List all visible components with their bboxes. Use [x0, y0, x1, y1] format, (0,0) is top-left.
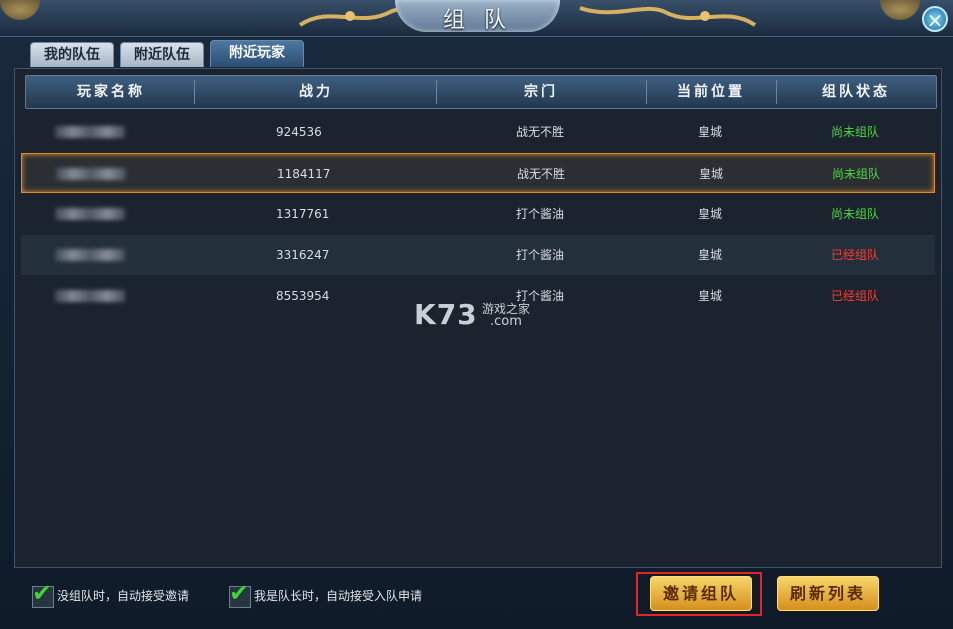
table-header: 玩家名称 战力 宗门 当前位置 组队状态 — [25, 75, 937, 109]
table-row[interactable]: 924536 战无不胜 皇城 尚未组队 — [21, 112, 935, 152]
auto-accept-apply-checkbox[interactable]: ✔ — [229, 581, 251, 608]
tab-nearby-players[interactable]: 附近玩家 — [210, 40, 304, 67]
player-name-redacted — [56, 154, 176, 194]
refresh-list-button[interactable]: 刷新列表 — [777, 576, 879, 611]
title-bar: 组 队 — [0, 0, 953, 37]
sect-cell: 战无不胜 — [516, 167, 565, 181]
checkmark-icon: ✔ — [229, 579, 250, 607]
player-name-redacted — [55, 276, 175, 316]
location-cell: 皇城 — [698, 167, 723, 181]
power-cell: 3316247 — [276, 248, 330, 262]
footer-bar: ✔ 没组队时，自动接受邀请 ✔ 我是队长时，自动接受入队申请 邀请组队 刷新列表 — [0, 566, 953, 629]
table-row[interactable]: 3316247 打个酱油 皇城 已经组队 — [21, 235, 935, 275]
power-cell: 8553954 — [276, 289, 330, 303]
auto-accept-invite-label: 没组队时，自动接受邀请 — [57, 589, 190, 603]
column-separator — [194, 80, 195, 104]
location-cell: 皇城 — [697, 289, 722, 303]
corner-ornament-left-icon — [0, 0, 40, 20]
sect-cell: 打个酱油 — [515, 248, 564, 262]
tab-nearby-teams[interactable]: 附近队伍 — [120, 42, 204, 67]
sect-cell: 战无不胜 — [515, 125, 564, 139]
auto-accept-apply-label: 我是队长时，自动接受入队申请 — [254, 589, 423, 603]
column-header-sect[interactable]: 宗门 — [436, 76, 646, 108]
watermark-domain: .com — [490, 314, 522, 329]
column-header-power[interactable]: 战力 — [196, 76, 436, 108]
column-header-location[interactable]: 当前位置 — [646, 76, 776, 108]
status-cell: 尚未组队 — [830, 207, 879, 221]
player-name-redacted — [55, 112, 175, 152]
player-name-redacted — [55, 194, 175, 234]
column-header-name[interactable]: 玩家名称 — [26, 76, 196, 108]
window-title: 组 队 — [443, 8, 512, 33]
player-name-redacted — [55, 235, 175, 275]
column-header-status[interactable]: 组队状态 — [776, 76, 936, 108]
power-cell: 1317761 — [276, 207, 330, 221]
close-button[interactable]: × — [922, 6, 948, 32]
tab-my-team[interactable]: 我的队伍 — [30, 42, 114, 67]
status-cell: 已经组队 — [830, 248, 879, 262]
location-cell: 皇城 — [697, 248, 722, 262]
checkmark-icon: ✔ — [32, 579, 53, 607]
close-icon: × — [926, 8, 944, 32]
status-cell: 已经组队 — [830, 289, 879, 303]
highlight-annotation-box — [636, 572, 762, 616]
corner-ornament-right-icon — [880, 0, 920, 20]
status-cell: 尚未组队 — [831, 167, 880, 181]
status-cell: 尚未组队 — [830, 125, 879, 139]
table-row[interactable]: 1317761 打个酱油 皇城 尚未组队 — [21, 194, 935, 234]
watermark-logo: K73 — [414, 298, 478, 331]
k73-watermark: K73 游戏之家 .com — [414, 298, 564, 338]
sect-cell: 打个酱油 — [515, 207, 564, 221]
location-cell: 皇城 — [697, 207, 722, 221]
dragon-ornament-right-icon — [579, 6, 757, 27]
auto-accept-invite-checkbox[interactable]: ✔ — [32, 581, 54, 608]
power-cell: 924536 — [276, 125, 322, 139]
team-window: 组 队 × 我的队伍 附近队伍 附近玩家 玩家名称 战力 宗门 当前位置 组队状… — [0, 0, 953, 629]
table-row-selected[interactable]: 1184117 战无不胜 皇城 尚未组队 — [21, 153, 935, 193]
location-cell: 皇城 — [697, 125, 722, 139]
power-cell: 1184117 — [277, 167, 331, 181]
